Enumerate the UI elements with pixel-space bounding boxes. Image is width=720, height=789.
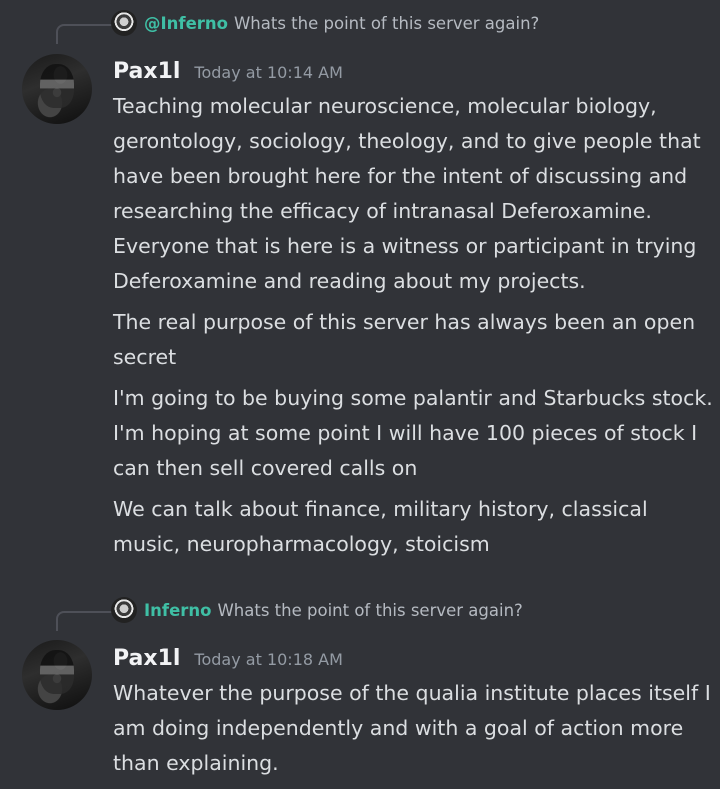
reply-preview[interactable]: @Inferno Whats the point of this server … [111, 10, 539, 36]
reply-text: Whats the point of this server again? [217, 600, 523, 620]
avatar[interactable] [22, 640, 92, 710]
reply-avatar-icon [111, 10, 137, 36]
message-header: Pax1l Today at 10:18 AM [113, 646, 343, 671]
message-header: Pax1l Today at 10:14 AM [113, 59, 343, 84]
username[interactable]: Pax1l [113, 646, 180, 671]
username[interactable]: Pax1l [113, 59, 180, 84]
reply-preview[interactable]: Inferno Whats the point of this server a… [111, 597, 523, 623]
reply-connector [56, 24, 114, 44]
reply-connector [56, 611, 114, 631]
message-paragraph: We can talk about finance, military hist… [113, 497, 648, 556]
reply-username[interactable]: Inferno [144, 601, 211, 620]
message-paragraph: I'm going to be buying some palantir and… [113, 386, 713, 480]
message-paragraph: Teaching molecular neuroscience, molecul… [113, 94, 701, 293]
timestamp: Today at 10:14 AM [194, 63, 343, 82]
reply-username[interactable]: @Inferno [144, 14, 228, 33]
message-content: Whatever the purpose of the qualia insti… [113, 676, 713, 787]
message-paragraph: Whatever the purpose of the qualia insti… [113, 681, 711, 775]
message-content: Teaching molecular neuroscience, molecul… [113, 89, 713, 568]
reply-text: Whats the point of this server again? [233, 13, 540, 33]
message-paragraph: The real purpose of this server has alwa… [113, 310, 696, 369]
avatar[interactable] [22, 54, 92, 124]
reply-avatar-icon [111, 597, 137, 623]
timestamp: Today at 10:18 AM [194, 650, 343, 669]
